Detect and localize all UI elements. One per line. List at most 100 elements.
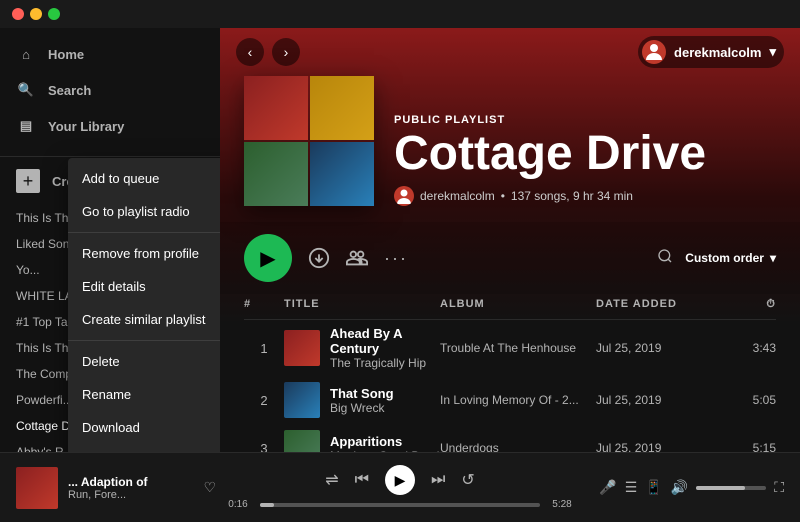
top-bar: ‹ › derekmalcolm ▾: [220, 28, 800, 76]
track-date-added: Jul 25, 2019: [596, 441, 716, 452]
minimize-button[interactable]: [30, 8, 42, 20]
sidebar-item-library[interactable]: ▤ Your Library: [0, 108, 220, 144]
context-menu: Add to queue Go to playlist radio Remove…: [68, 158, 220, 452]
context-menu-create-playlist[interactable]: Create playlist +: [68, 444, 220, 452]
current-time: 0:16: [224, 499, 252, 510]
track-date-added: Jul 25, 2019: [596, 341, 716, 355]
nav-buttons: ‹ ›: [236, 38, 300, 66]
repeat-button[interactable]: ↺: [461, 470, 474, 490]
sidebar-item-home[interactable]: ⌂ Home: [0, 36, 220, 72]
sidebar: ⌂ Home 🔍 Search ▤ Your Library + Create …: [0, 28, 220, 452]
volume-fill: [696, 486, 745, 490]
track-thumbnail: [284, 430, 320, 452]
app-body: ⌂ Home 🔍 Search ▤ Your Library + Create …: [0, 28, 800, 452]
col-title: TITLE: [284, 298, 440, 311]
playlist-art: [244, 76, 374, 206]
context-menu-download[interactable]: Download ⬇: [68, 411, 220, 444]
sidebar-divider: [0, 156, 220, 157]
now-playing-artist: Run, Fore...: [68, 489, 193, 501]
play-button[interactable]: ▶: [244, 234, 292, 282]
art-tile-4: [310, 142, 374, 206]
art-tile-3: [244, 142, 308, 206]
context-menu-delete[interactable]: Delete: [68, 345, 220, 378]
previous-button[interactable]: ⏮: [355, 471, 369, 489]
context-menu-create-similar[interactable]: Create similar playlist: [68, 303, 220, 336]
art-tile-1: [244, 76, 308, 140]
custom-order-button[interactable]: Custom order ▾: [685, 251, 776, 265]
track-number: 1: [244, 341, 284, 356]
now-playing-title: ... Adaption of: [68, 475, 193, 489]
volume-bar[interactable]: [696, 486, 766, 490]
col-date: DATE ADDED: [596, 298, 716, 311]
track-album: Underdogs: [440, 441, 596, 452]
playlist-controls: ▶ ··· Custom order ▾: [220, 222, 800, 294]
sidebar-item-search[interactable]: 🔍 Search: [0, 72, 220, 108]
track-name: Ahead By A Century: [330, 326, 440, 356]
progress-fill: [260, 503, 274, 507]
sidebar-nav: ⌂ Home 🔍 Search ▤ Your Library: [0, 28, 220, 152]
now-playing-info: ... Adaption of Run, Fore...: [68, 475, 193, 501]
close-button[interactable]: [12, 8, 24, 20]
track-name-artist: Apparitions Matthew Good Band: [330, 434, 439, 453]
track-name-artist: That Song Big Wreck: [330, 386, 394, 415]
track-info: Ahead By A Century The Tragically Hip: [284, 326, 440, 370]
heart-button[interactable]: ♡: [203, 479, 216, 496]
context-menu-divider: [68, 232, 220, 233]
owner-avatar: [394, 186, 414, 206]
library-icon: ▤: [16, 116, 36, 136]
search-icon: 🔍: [16, 80, 36, 100]
context-menu-remove-profile[interactable]: Remove from profile: [68, 237, 220, 270]
context-menu-add-to-queue[interactable]: Add to queue: [68, 162, 220, 195]
table-row[interactable]: 1 Ahead By A Century The Tragically Hip …: [244, 320, 776, 376]
title-bar: [0, 0, 800, 28]
search-tracks-button[interactable]: [657, 248, 673, 269]
playlist-stats: 137 songs, 9 hr 34 min: [511, 189, 633, 203]
context-menu-go-to-radio[interactable]: Go to playlist radio: [68, 195, 220, 228]
context-menu-divider: [68, 340, 220, 341]
queue-button[interactable]: ☰: [625, 479, 638, 496]
now-playing: ... Adaption of Run, Fore... ♡: [16, 467, 216, 509]
fullscreen-button[interactable]: ⛶: [774, 479, 784, 496]
chevron-down-icon: ▾: [770, 251, 776, 265]
lyrics-button[interactable]: 🎤: [599, 479, 616, 496]
player-right: 🎤 ☰ 📱 🔊 ⛶: [584, 479, 784, 496]
progress-bar: 0:16 5:28: [224, 499, 576, 510]
track-artist: Big Wreck: [330, 401, 394, 415]
back-button[interactable]: ‹: [236, 38, 264, 66]
context-menu-edit-details[interactable]: Edit details: [68, 270, 220, 303]
track-number: 2: [244, 393, 284, 408]
forward-button[interactable]: ›: [272, 38, 300, 66]
col-album: ALBUM: [440, 298, 596, 311]
custom-order-label: Custom order: [685, 251, 764, 265]
track-album: In Loving Memory Of - 2...: [440, 393, 596, 407]
player-buttons: ⇌ ⏮ ▶ ⏭ ↺: [325, 465, 475, 495]
main-content: ‹ › derekmalcolm ▾ PUBLIC PLAYLIST Co: [220, 28, 800, 452]
track-thumbnail: [284, 382, 320, 418]
col-num: #: [244, 298, 284, 311]
progress-track[interactable]: [260, 503, 540, 507]
table-row[interactable]: 2 That Song Big Wreck In Loving Memory O…: [244, 376, 776, 424]
player-play-pause-button[interactable]: ▶: [385, 465, 415, 495]
player-bar: ... Adaption of Run, Fore... ♡ ⇌ ⏮ ▶ ⏭ ↺…: [0, 452, 800, 522]
playlist-title: Cottage Drive: [394, 130, 776, 178]
more-options-button[interactable]: ···: [384, 248, 408, 269]
col-duration: ⏱: [716, 298, 776, 311]
next-button[interactable]: ⏭: [431, 471, 445, 489]
track-list: # TITLE ALBUM DATE ADDED ⏱ 1 Ahead By A …: [220, 294, 800, 452]
now-playing-thumbnail: [16, 467, 58, 509]
download-control-button[interactable]: [308, 247, 330, 269]
user-avatar: [642, 40, 666, 64]
shuffle-button[interactable]: ⇌: [325, 470, 338, 490]
devices-button[interactable]: 📱: [645, 479, 662, 496]
track-date-added: Jul 25, 2019: [596, 393, 716, 407]
track-name: That Song: [330, 386, 394, 401]
track-duration: 3:43: [716, 341, 776, 355]
sidebar-item-library-label: Your Library: [48, 119, 124, 134]
table-row[interactable]: 3 Apparitions Matthew Good Band Underdog…: [244, 424, 776, 452]
context-menu-rename[interactable]: Rename: [68, 378, 220, 411]
volume-icon[interactable]: 🔊: [671, 479, 688, 496]
maximize-button[interactable]: [48, 8, 60, 20]
add-user-button[interactable]: [346, 247, 368, 269]
user-menu-button[interactable]: derekmalcolm ▾: [638, 36, 784, 68]
track-info: Apparitions Matthew Good Band: [284, 430, 440, 452]
